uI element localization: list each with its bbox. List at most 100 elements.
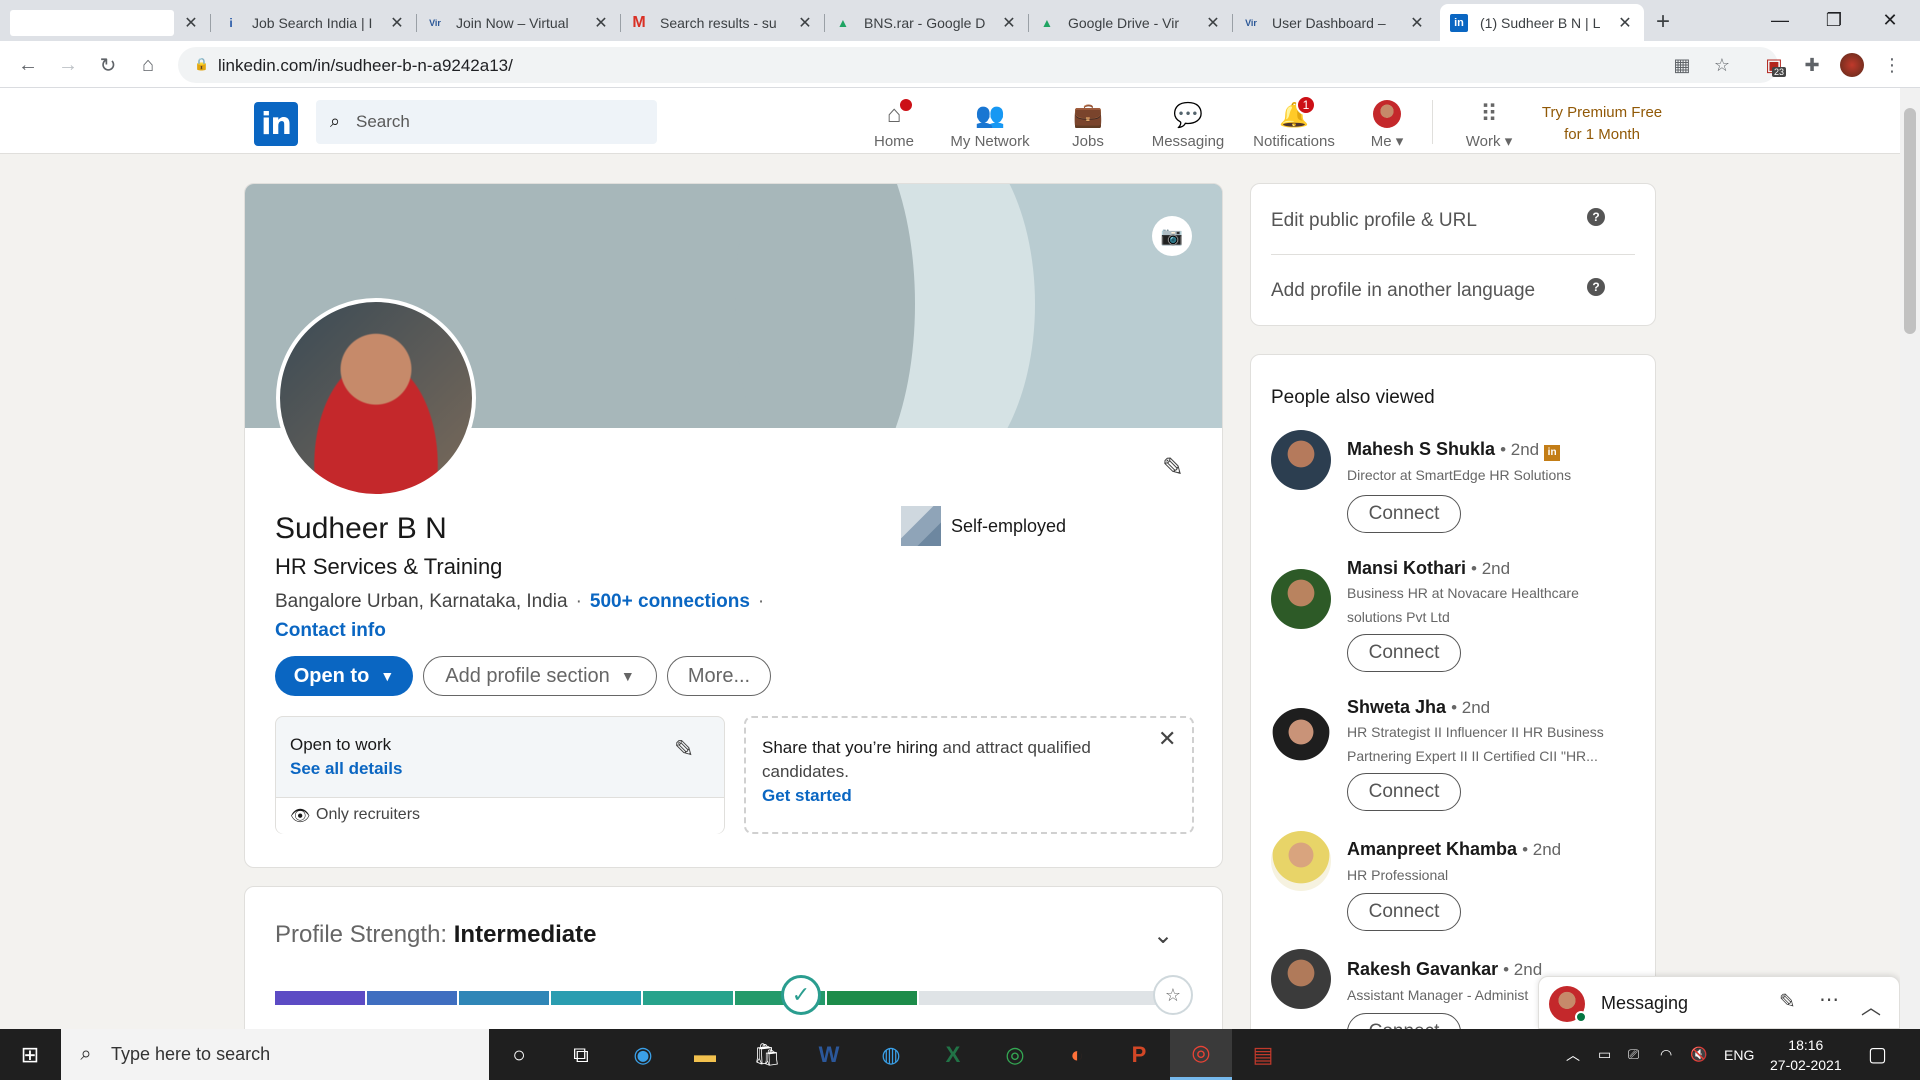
- person-name[interactable]: Shweta Jha • 2nd: [1347, 697, 1490, 718]
- browser-tab[interactable]: Vir Join Now – Virtual ✕: [416, 4, 621, 41]
- premium-link[interactable]: Try Premium Free for 1 Month: [1534, 102, 1670, 146]
- network-app-icon[interactable]: ◍: [860, 1029, 922, 1080]
- company-entry[interactable]: Self-employed: [901, 506, 1066, 546]
- page-scrollbar[interactable]: [1900, 88, 1920, 1029]
- nav-my-network[interactable]: 👥 My Network: [940, 94, 1040, 151]
- avatar[interactable]: [1271, 708, 1331, 768]
- home-icon[interactable]: ⌂: [134, 51, 162, 79]
- close-icon[interactable]: ✕: [182, 13, 200, 33]
- close-icon[interactable]: ✕: [1616, 13, 1634, 33]
- volume-mute-icon[interactable]: 🔇: [1690, 1029, 1707, 1080]
- file-explorer-icon[interactable]: ▬: [674, 1029, 736, 1080]
- excel-icon[interactable]: X: [922, 1029, 984, 1080]
- nav-me[interactable]: Me ▾: [1360, 94, 1414, 150]
- close-icon[interactable]: ✕: [1408, 13, 1426, 33]
- browser-tab-active[interactable]: in (1) Sudheer B N | L ✕: [1440, 4, 1644, 41]
- avatar[interactable]: [1271, 430, 1331, 490]
- nav-messaging[interactable]: 💬 Messaging: [1146, 94, 1230, 151]
- browser-tab[interactable]: Vir User Dashboard – ✕: [1232, 4, 1436, 41]
- connections-link[interactable]: 500+ connections: [590, 591, 750, 612]
- address-bar[interactable]: 🔒 linkedin.com/in/sudheer-b-n-a9242a13/: [178, 47, 1778, 83]
- store-icon[interactable]: 🛍: [736, 1029, 798, 1080]
- browser-tab[interactable]: M Search results - su ✕: [620, 4, 825, 41]
- wifi-icon[interactable]: ◠: [1660, 1029, 1672, 1080]
- add-profile-section-button[interactable]: Add profile section ▼: [423, 656, 657, 696]
- avatar[interactable]: [1271, 569, 1331, 629]
- tray-chevron-icon[interactable]: ︿: [1566, 1029, 1580, 1080]
- pencil-icon[interactable]: ✎: [1162, 452, 1184, 483]
- forward-arrow-icon[interactable]: →: [54, 51, 82, 79]
- avatar[interactable]: [1271, 831, 1331, 891]
- winrar-icon[interactable]: ▤: [1232, 1029, 1294, 1080]
- profile-avatar[interactable]: [1840, 53, 1864, 77]
- firefox-icon[interactable]: ◐: [1046, 1029, 1108, 1080]
- browser-tab[interactable]: ✕: [0, 4, 211, 41]
- kebab-menu-icon[interactable]: ⋮: [1880, 53, 1904, 77]
- browser-tab[interactable]: ▲ BNS.rar - Google D ✕: [824, 4, 1029, 41]
- close-icon[interactable]: ✕: [388, 13, 406, 33]
- device-icon[interactable]: ⎚: [1628, 1029, 1639, 1080]
- puzzle-icon[interactable]: ✚: [1800, 53, 1824, 77]
- open-to-button[interactable]: Open to ▼: [275, 656, 413, 696]
- nav-notifications[interactable]: 🔔 1 Notifications: [1244, 94, 1344, 150]
- connect-button[interactable]: Connect: [1347, 634, 1461, 672]
- taskbar-search[interactable]: ⌕ Type here to search: [61, 1029, 489, 1080]
- chrome-active-icon[interactable]: ◎: [1170, 1029, 1232, 1080]
- close-icon[interactable]: ✕: [1204, 13, 1222, 33]
- more-button[interactable]: More...: [667, 656, 771, 696]
- close-icon[interactable]: ✕: [796, 13, 814, 33]
- see-all-details-link[interactable]: See all details: [290, 759, 402, 779]
- pencil-icon[interactable]: ✎: [674, 735, 694, 764]
- extension-icon[interactable]: ▣ 23: [1762, 53, 1787, 77]
- contact-info-link[interactable]: Contact info: [275, 620, 386, 642]
- install-app-icon[interactable]: ▦: [1670, 53, 1694, 77]
- add-profile-language-link[interactable]: Add profile in another language: [1271, 280, 1535, 302]
- close-icon[interactable]: ✕: [1000, 13, 1018, 33]
- scrollbar-thumb[interactable]: [1904, 108, 1916, 334]
- nav-home[interactable]: ⌂ Home: [864, 94, 924, 150]
- battery-icon[interactable]: ▭: [1598, 1029, 1611, 1080]
- person-name[interactable]: Mansi Kothari • 2nd: [1347, 558, 1510, 579]
- messaging-overlay-bar[interactable]: Messaging ✎ ⋯ ︿: [1538, 976, 1900, 1029]
- edge-icon[interactable]: ◉: [612, 1029, 674, 1080]
- profile-photo[interactable]: [276, 298, 476, 498]
- help-icon[interactable]: ?: [1587, 278, 1605, 296]
- chevron-up-icon[interactable]: ︿: [1861, 991, 1881, 1020]
- browser-tab[interactable]: ▲ Google Drive - Vir ✕: [1028, 4, 1233, 41]
- powerpoint-icon[interactable]: P: [1108, 1029, 1170, 1080]
- person-name[interactable]: Amanpreet Khamba • 2nd: [1347, 839, 1561, 860]
- get-started-link[interactable]: Get started: [762, 786, 852, 806]
- reload-icon[interactable]: ↻: [94, 51, 122, 79]
- windows-start-icon[interactable]: ⊞: [0, 1029, 60, 1080]
- chrome-icon[interactable]: ◎: [984, 1029, 1046, 1080]
- minimize-icon[interactable]: —: [1750, 0, 1810, 41]
- connect-button[interactable]: Connect: [1347, 893, 1461, 931]
- search-input[interactable]: [356, 110, 646, 134]
- close-icon[interactable]: ✕: [592, 13, 610, 33]
- nav-work[interactable]: ⠿ Work ▾: [1456, 94, 1522, 151]
- person-name[interactable]: Mahesh S Shukla • 2nd in: [1347, 439, 1561, 461]
- compose-icon[interactable]: ✎: [1779, 989, 1796, 1014]
- linkedin-logo[interactable]: in: [254, 102, 298, 146]
- clock[interactable]: 18:16 27-02-2021: [1770, 1029, 1842, 1080]
- help-icon[interactable]: ?: [1587, 208, 1605, 226]
- action-center-icon[interactable]: ▢: [1868, 1029, 1887, 1080]
- chevron-down-icon[interactable]: ⌄: [1153, 921, 1173, 950]
- cortana-icon[interactable]: ○: [488, 1029, 550, 1080]
- window-close-icon[interactable]: ✕: [1860, 0, 1920, 41]
- maximize-icon[interactable]: ❐: [1804, 0, 1864, 41]
- bookmark-star-icon[interactable]: ☆: [1710, 53, 1734, 77]
- connect-button[interactable]: Connect: [1347, 495, 1461, 533]
- person-name[interactable]: Rakesh Gavankar • 2nd: [1347, 959, 1542, 980]
- back-arrow-icon[interactable]: ←: [14, 51, 42, 79]
- avatar[interactable]: [1271, 949, 1331, 1009]
- camera-icon[interactable]: 📷: [1152, 216, 1192, 256]
- search-box[interactable]: ⌕: [316, 100, 657, 144]
- browser-tab[interactable]: i Job Search India | I ✕: [212, 4, 417, 41]
- connect-button[interactable]: Connect: [1347, 773, 1461, 811]
- close-icon[interactable]: ✕: [1158, 726, 1176, 752]
- ellipsis-icon[interactable]: ⋯: [1819, 987, 1839, 1012]
- language-indicator[interactable]: ENG: [1724, 1029, 1754, 1080]
- task-view-icon[interactable]: ⧉: [550, 1029, 612, 1080]
- nav-jobs[interactable]: 💼 Jobs: [1058, 94, 1118, 151]
